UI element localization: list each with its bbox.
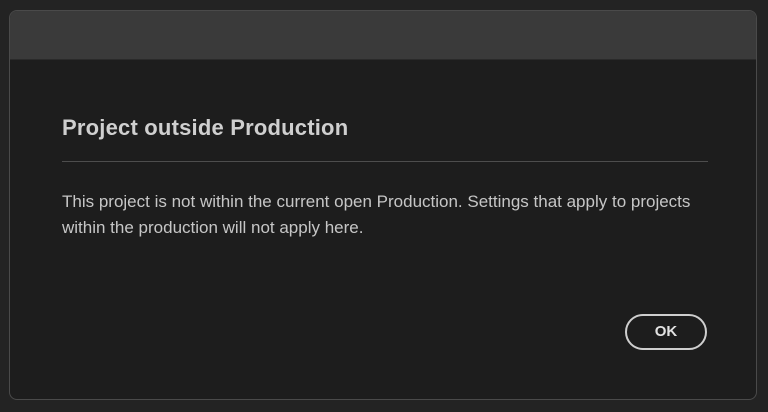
heading-divider <box>62 161 708 162</box>
project-outside-production-dialog: Project outside Production This project … <box>9 10 757 400</box>
ok-button[interactable]: OK <box>625 314 707 350</box>
dialog-titlebar[interactable] <box>10 11 756 60</box>
dialog-message: This project is not within the current o… <box>62 192 691 237</box>
dialog-heading: Project outside Production <box>62 115 349 140</box>
